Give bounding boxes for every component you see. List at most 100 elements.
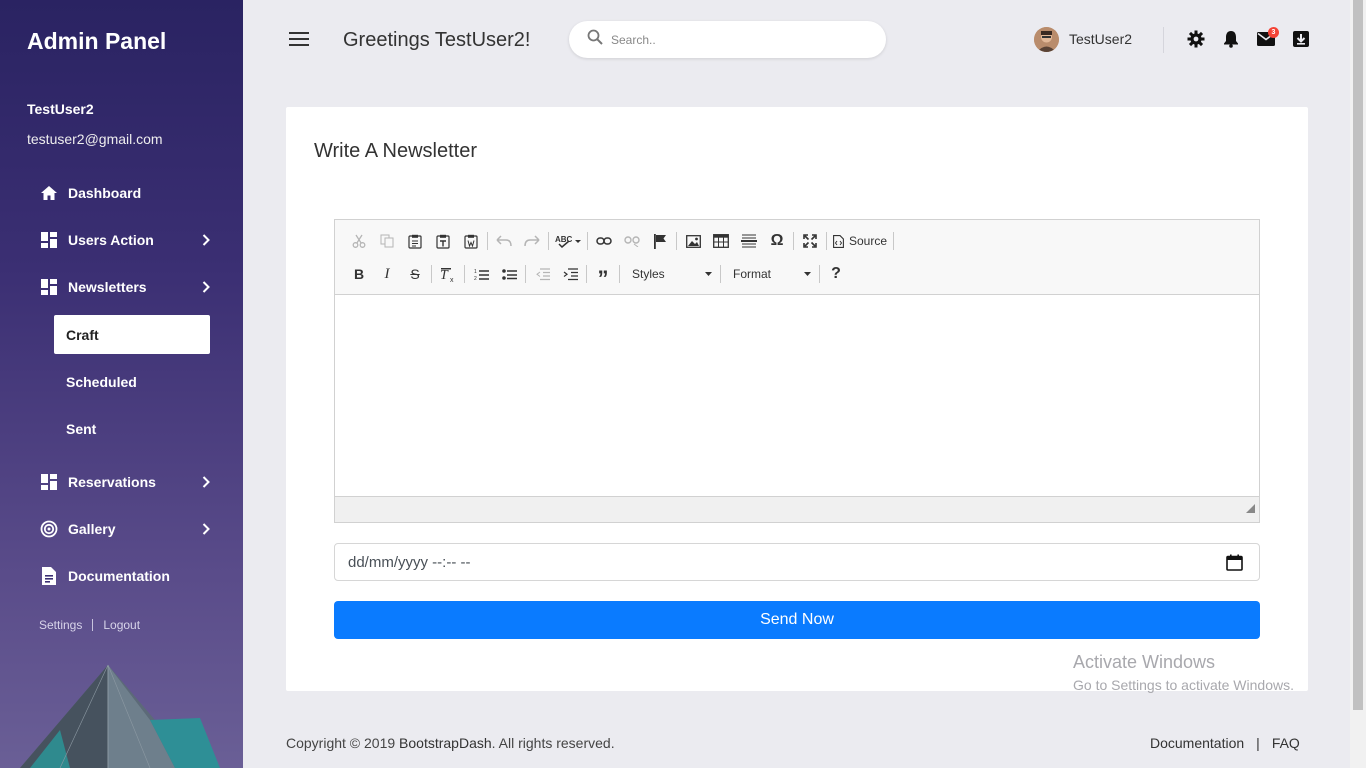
page-title: Write A Newsletter (314, 140, 478, 162)
svg-text:T: T (440, 268, 449, 282)
settings-link[interactable]: Settings (39, 618, 82, 632)
menu-toggle-icon[interactable] (289, 31, 309, 47)
image-icon[interactable] (679, 228, 707, 254)
caret-down-icon (705, 272, 712, 276)
sidebar-item-label: Documentation (68, 568, 170, 584)
building-illustration (20, 664, 220, 768)
svg-text:1: 1 (474, 269, 477, 275)
svg-text:x: x (450, 277, 454, 282)
sidebar-item-label: Newsletters (68, 279, 147, 295)
calendar-icon[interactable] (1226, 554, 1243, 575)
sidebar-user-email: testuser2@gmail.com (27, 131, 163, 147)
indent-icon[interactable] (556, 261, 584, 287)
mail-badge: 3 (1268, 27, 1279, 38)
divider (586, 265, 587, 283)
horizontal-line-icon[interactable] (735, 228, 763, 254)
copyright-text: Copyright © 2019 BootstrapDash. All righ… (286, 735, 615, 751)
source-icon (833, 234, 844, 248)
styles-label: Styles (632, 267, 665, 281)
bold-icon[interactable]: B (345, 261, 373, 287)
paste-word-icon[interactable] (457, 228, 485, 254)
divider (431, 265, 432, 283)
bootstrapdash-link[interactable]: BootstrapDash (399, 735, 492, 751)
paste-icon[interactable] (401, 228, 429, 254)
footer-links: Documentation | FAQ (1150, 735, 1300, 751)
divider (587, 232, 588, 250)
bulleted-list-icon[interactable] (495, 261, 523, 287)
sidebar-item-newsletters[interactable]: Newsletters (40, 272, 220, 302)
sidebar-item-label: Dashboard (68, 185, 142, 201)
search-icon (587, 29, 603, 50)
svg-text:2: 2 (474, 276, 477, 281)
undo-icon[interactable] (490, 228, 518, 254)
grid-icon (40, 278, 58, 296)
logout-link[interactable]: Logout (103, 618, 140, 632)
copyright-prefix: Copyright © 2019 (286, 735, 400, 751)
sidebar-subitem-sent[interactable]: Sent (54, 409, 210, 448)
datetime-placeholder: dd/mm/yyyy --:-- -- (348, 553, 471, 571)
page-scrollbar[interactable] (1350, 0, 1366, 768)
spellcheck-icon[interactable]: ABC (551, 228, 585, 254)
divider (819, 265, 820, 283)
sidebar-item-gallery[interactable]: Gallery (40, 514, 220, 544)
remove-format-icon[interactable]: Tx (434, 261, 462, 287)
blockquote-icon[interactable]: ” (589, 261, 617, 290)
editor-content-area[interactable] (335, 295, 1259, 496)
divider (676, 232, 677, 250)
footer-documentation-link[interactable]: Documentation (1150, 735, 1244, 751)
strikethrough-icon[interactable]: S (401, 261, 429, 287)
styles-dropdown[interactable]: Styles (622, 261, 718, 287)
divider (720, 265, 721, 283)
copy-icon[interactable] (373, 228, 401, 254)
redo-icon[interactable] (518, 228, 546, 254)
link-icon[interactable] (590, 228, 618, 254)
download-icon[interactable] (1291, 29, 1311, 49)
maximize-icon[interactable] (796, 228, 824, 254)
cut-icon[interactable] (345, 228, 373, 254)
sidebar-item-documentation[interactable]: Documentation (40, 561, 220, 591)
special-char-icon[interactable]: Ω (763, 228, 791, 254)
sidebar-item-label: Reservations (68, 474, 156, 490)
sidebar-item-label: Gallery (68, 521, 116, 537)
table-icon[interactable] (707, 228, 735, 254)
divider (793, 232, 794, 250)
source-button[interactable]: Source (829, 228, 891, 254)
brand-title[interactable]: Admin Panel (27, 28, 166, 55)
italic-icon[interactable]: I (373, 261, 401, 287)
bell-icon[interactable] (1221, 29, 1241, 49)
paste-text-icon[interactable] (429, 228, 457, 254)
sidebar-user-name: TestUser2 (27, 101, 94, 117)
schedule-datetime-input[interactable]: dd/mm/yyyy --:-- -- (334, 543, 1260, 581)
footer-faq-link[interactable]: FAQ (1272, 735, 1300, 751)
sidebar-item-dashboard[interactable]: Dashboard (40, 178, 220, 208)
sidebar-item-label: Users Action (68, 232, 154, 248)
sidebar-item-reservations[interactable]: Reservations (40, 467, 220, 497)
sidebar-subitem-craft[interactable]: Craft (54, 315, 210, 354)
help-icon[interactable]: ? (822, 261, 850, 287)
divider (525, 265, 526, 283)
gear-icon[interactable] (1186, 29, 1206, 49)
unlink-icon[interactable] (618, 228, 646, 254)
resize-handle-icon[interactable] (1246, 500, 1255, 518)
divider (92, 619, 94, 631)
divider (1163, 27, 1164, 53)
divider (893, 232, 895, 250)
numbered-list-icon[interactable]: 12 (467, 261, 495, 287)
copyright-suffix: . All rights reserved. (491, 735, 615, 751)
scrollbar-thumb[interactable] (1353, 0, 1363, 710)
header-username[interactable]: TestUser2 (1069, 31, 1132, 47)
avatar[interactable] (1034, 27, 1059, 52)
search-input[interactable] (611, 32, 861, 47)
send-now-button[interactable]: Send Now (334, 601, 1260, 639)
anchor-flag-icon[interactable] (646, 228, 674, 254)
sidebar-subitem-scheduled[interactable]: Scheduled (54, 362, 210, 401)
sidebar-item-users-action[interactable]: Users Action (40, 225, 220, 255)
newsletter-card: Write A Newsletter ABC Ω Source B I S T … (286, 107, 1308, 691)
outdent-icon[interactable] (528, 261, 556, 287)
sidebar-footer-links: Settings Logout (39, 618, 140, 632)
format-label: Format (733, 267, 772, 281)
editor-toolbar: ABC Ω Source B I S T x 1 2 ” Styles Form… (335, 220, 1259, 295)
format-dropdown[interactable]: Format (723, 261, 817, 287)
search-box[interactable] (569, 21, 886, 58)
rich-text-editor: ABC Ω Source B I S T x 1 2 ” Styles Form… (334, 219, 1260, 523)
